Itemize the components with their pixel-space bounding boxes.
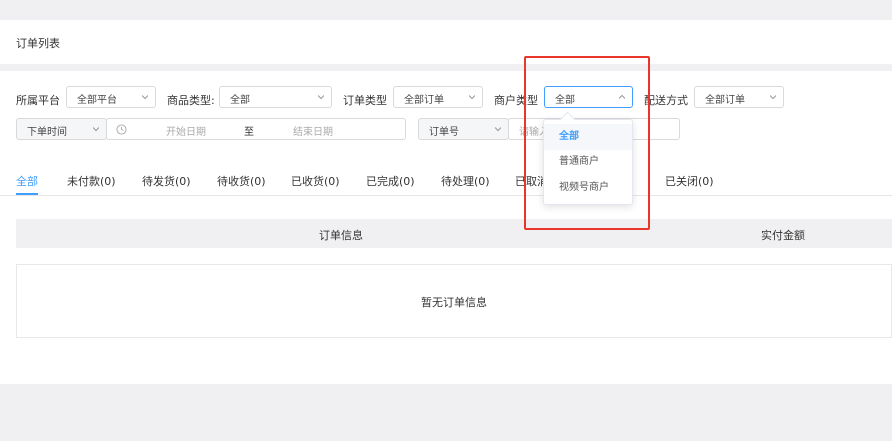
platform-label: 所属平台	[16, 94, 60, 107]
tab-received[interactable]: 已收货(0)	[291, 173, 340, 189]
search-field-value: 订单号	[429, 127, 459, 138]
search-field-select[interactable]: 订单号	[418, 118, 509, 140]
end-date-placeholder: 结束日期	[293, 127, 333, 138]
date-range-separator: 至	[244, 127, 254, 138]
date-range-picker[interactable]: 开始日期 至 结束日期	[106, 118, 406, 140]
product-type-select[interactable]: 全部	[219, 86, 332, 108]
platform-select[interactable]: 全部平台	[66, 86, 156, 108]
chevron-down-icon	[142, 95, 148, 100]
chevron-down-icon	[469, 95, 475, 100]
status-tabs: 全部 未付款(0) 待发货(0) 待收货(0) 已收货(0) 已完成(0) 待处…	[0, 171, 892, 196]
table-empty-state: 暂无订单信息	[16, 264, 892, 338]
page-header: 订单列表	[0, 20, 892, 64]
main-panel: 所属平台 全部平台 商品类型: 全部 订单类型 全部订单 商户类型 全部 配送方…	[0, 71, 892, 384]
page-title: 订单列表	[16, 37, 60, 50]
time-field-value: 下单时间	[27, 127, 67, 138]
tab-closed[interactable]: 已关闭(0)	[665, 173, 714, 189]
chevron-down-icon	[318, 95, 324, 100]
chevron-down-icon	[770, 95, 776, 100]
empty-message: 暂无订单信息	[421, 296, 487, 309]
delivery-select[interactable]: 全部订单	[694, 86, 784, 108]
clock-icon	[116, 124, 127, 135]
delivery-label: 配送方式	[644, 94, 688, 107]
tab-completed[interactable]: 已完成(0)	[366, 173, 415, 189]
column-amount-paid: 实付金额	[761, 229, 805, 242]
tab-to-ship[interactable]: 待发货(0)	[142, 173, 191, 189]
delivery-value: 全部订单	[705, 95, 745, 106]
chevron-down-icon	[93, 127, 99, 132]
tab-pending[interactable]: 待处理(0)	[441, 173, 490, 189]
order-type-value: 全部订单	[404, 95, 444, 106]
column-order-info: 订单信息	[319, 229, 363, 242]
table-header: 订单信息 实付金额	[16, 219, 892, 248]
platform-value: 全部平台	[77, 95, 117, 106]
tab-unpaid[interactable]: 未付款(0)	[67, 173, 116, 189]
tab-to-receive[interactable]: 待收货(0)	[217, 173, 266, 189]
annotation-highlight-box	[524, 56, 650, 230]
product-type-label: 商品类型:	[167, 94, 215, 107]
chevron-down-icon	[495, 127, 501, 132]
product-type-value: 全部	[230, 95, 250, 106]
order-type-label: 订单类型	[343, 94, 387, 107]
order-type-select[interactable]: 全部订单	[393, 86, 483, 108]
tab-all[interactable]: 全部	[16, 173, 38, 189]
start-date-placeholder: 开始日期	[166, 127, 206, 138]
active-tab-indicator	[16, 193, 38, 195]
time-field-select[interactable]: 下单时间	[16, 118, 107, 140]
